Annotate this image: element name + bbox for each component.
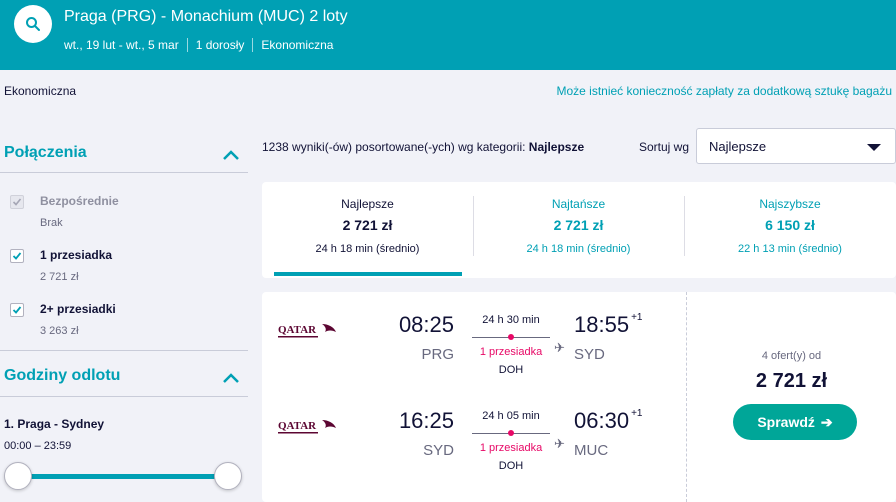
section-divider xyxy=(0,396,248,397)
departure-airport: PRG xyxy=(421,346,454,363)
stops-count: 1 przesiadka xyxy=(479,442,543,454)
checkmark-icon xyxy=(12,198,22,206)
plane-icon: ✈ xyxy=(554,340,565,355)
checkbox-direct[interactable] xyxy=(10,195,24,209)
results-sort-category: Najlepsze xyxy=(528,140,585,154)
arrival-time: 18:55 +1 xyxy=(574,312,642,338)
tab-best[interactable]: Najlepsze 2 721 zł 24 h 18 min (średnio) xyxy=(262,182,473,278)
tab-duration: 24 h 18 min (średnio) xyxy=(526,243,631,255)
outbound-leg: QATAR 08:25 PRG 24 h 30 min 1 przesiadka… xyxy=(262,298,686,378)
flight-result-card[interactable]: QATAR 08:25 PRG 24 h 30 min 1 przesiadka… xyxy=(262,292,896,502)
flight-duration: 24 h 05 min xyxy=(482,410,540,422)
check-offer-button[interactable]: Sprawdź ➔ xyxy=(733,404,857,440)
return-leg: QATAR 16:25 SYD 24 h 05 min 1 przesiadka… xyxy=(262,394,686,474)
cabin-class: Ekonomiczna xyxy=(252,38,341,52)
tab-cheapest[interactable]: Najtańsze 2 721 zł 24 h 18 min (średnio) xyxy=(473,182,684,278)
flight-duration-block: 24 h 30 min 1 przesiadka DOH xyxy=(466,314,556,376)
svg-text:QATAR: QATAR xyxy=(278,324,317,336)
filter-price: Brak xyxy=(40,217,63,229)
checkmark-icon xyxy=(12,306,22,314)
filter-two-plus-stops[interactable]: 2+ przesiadki 3 263 zł xyxy=(10,302,116,337)
tab-name: Najtańsze xyxy=(551,197,606,211)
active-tab-indicator xyxy=(274,272,462,276)
day-offset: +1 xyxy=(631,408,643,419)
stops-count: 1 przesiadka xyxy=(479,346,543,358)
slider-handle-end[interactable] xyxy=(214,462,242,490)
arrival-airport: MUC xyxy=(574,442,609,459)
dropdown-arrow-icon xyxy=(867,144,881,151)
checkbox-one-stop[interactable] xyxy=(10,249,24,263)
tab-price: 2 721 zł xyxy=(553,217,604,233)
arrival-time-value: 18:55 xyxy=(574,312,630,337)
results-count-text: 1238 wyniki(-ów) posortowane(-ych) wg ka… xyxy=(262,140,529,154)
flight-duration: 24 h 30 min xyxy=(482,314,540,326)
arrival-airport: SYD xyxy=(574,346,605,363)
search-summary-header[interactable]: Praga (PRG) - Monachium (MUC) 2 loty wt.… xyxy=(0,0,896,70)
arrival-time: 06:30 +1 xyxy=(574,408,642,434)
sort-selected-value: Najlepsze xyxy=(709,139,767,154)
chevron-up-icon[interactable] xyxy=(222,372,240,384)
tab-name: Najlepsze xyxy=(341,197,394,211)
tab-name: Najszybsze xyxy=(759,197,821,211)
day-offset: +1 xyxy=(631,312,643,323)
plane-icon: ✈ xyxy=(554,436,565,451)
filter-label: 1 przesiadka xyxy=(40,248,113,262)
departure-time-range: 00:00 – 23:59 xyxy=(4,440,72,452)
stop-dot xyxy=(508,430,514,436)
check-offer-label: Sprawdź xyxy=(757,414,815,430)
chevron-up-icon[interactable] xyxy=(222,149,240,161)
departure-time: 16:25 xyxy=(398,408,454,433)
search-icon xyxy=(26,17,40,31)
departure-airport: SYD xyxy=(423,442,454,459)
search-button[interactable] xyxy=(14,5,52,43)
route-line xyxy=(472,430,550,436)
stopover-airport: DOH xyxy=(498,364,524,376)
cabin-label: Ekonomiczna xyxy=(4,84,77,98)
filter-label: 2+ przesiadki xyxy=(40,302,116,316)
svg-text:QATAR: QATAR xyxy=(278,420,317,432)
departure-slider-track[interactable] xyxy=(18,474,228,479)
baggage-notice-link[interactable]: Może istnieć konieczność zapłaty za doda… xyxy=(556,84,892,98)
arrow-right-icon: ➔ xyxy=(820,413,833,430)
filter-label: Bezpośrednie xyxy=(40,194,119,208)
total-price: 2 721 zł xyxy=(755,370,828,392)
tab-duration: 24 h 18 min (średnio) xyxy=(315,243,420,255)
airline-logo: QATAR xyxy=(278,324,336,338)
results-count: 1238 wyniki(-ów) posortowane(-ych) wg ka… xyxy=(262,140,584,154)
filter-one-stop[interactable]: 1 przesiadka 2 721 zł xyxy=(10,248,112,283)
offers-count: 4 ofert(y) od xyxy=(761,350,822,362)
checkmark-icon xyxy=(12,252,22,260)
filter-price: 2 721 zł xyxy=(40,271,79,283)
route-line xyxy=(472,334,550,340)
route-meta: wt., 19 lut - wt., 5 mar 1 dorosły Ekono… xyxy=(64,38,341,52)
trip-dates: wt., 19 lut - wt., 5 mar xyxy=(64,38,179,52)
card-divider xyxy=(686,292,687,502)
stopover-airport: DOH xyxy=(498,460,524,472)
filter-price: 3 263 zł xyxy=(40,325,79,337)
passenger-count: 1 dorosły xyxy=(186,38,253,52)
checkbox-two-plus-stops[interactable] xyxy=(10,303,24,317)
arrival-time-value: 06:30 xyxy=(574,408,630,433)
tab-fastest[interactable]: Najszybsze 6 150 zł 22 h 13 min (średnio… xyxy=(684,182,896,278)
departure-times-title[interactable]: Godziny odlotu xyxy=(4,367,120,385)
departure-route-label: 1. Praga - Sydney xyxy=(4,417,105,431)
stop-dot xyxy=(508,334,514,340)
sort-label: Sortuj wg xyxy=(639,140,690,154)
departure-time: 08:25 xyxy=(398,312,454,337)
airline-logo: QATAR xyxy=(278,420,336,434)
connections-title[interactable]: Połączenia xyxy=(4,144,87,162)
slider-handle-start[interactable] xyxy=(4,462,32,490)
section-divider xyxy=(0,350,248,351)
route-title: Praga (PRG) - Monachium (MUC) 2 loty xyxy=(64,8,348,25)
section-divider xyxy=(0,172,248,173)
tab-duration: 22 h 13 min (średnio) xyxy=(738,243,842,255)
tab-price: 6 150 zł xyxy=(765,217,815,233)
sort-tabs: Najlepsze 2 721 zł 24 h 18 min (średnio)… xyxy=(262,182,896,278)
flight-duration-block: 24 h 05 min 1 przesiadka DOH xyxy=(466,410,556,472)
sort-dropdown[interactable]: Najlepsze xyxy=(696,128,896,164)
tab-price: 2 721 zł xyxy=(342,217,393,233)
filter-direct[interactable]: Bezpośrednie Brak xyxy=(10,194,119,229)
